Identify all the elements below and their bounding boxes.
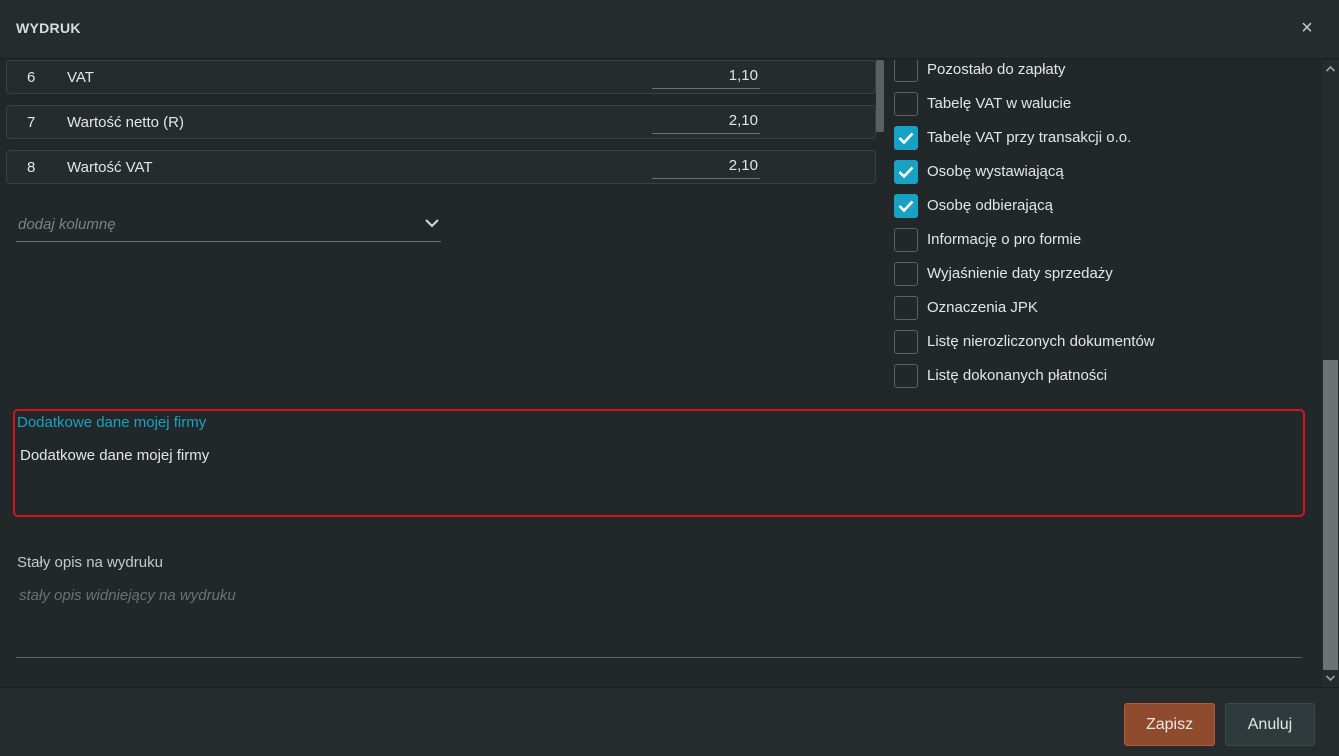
checkbox-box[interactable] bbox=[894, 126, 918, 150]
checkbox-label: Osobę wystawiającą bbox=[927, 163, 1064, 180]
columns-scrollbar[interactable] bbox=[876, 60, 884, 132]
column-row[interactable]: 8 Wartość VAT 2,10 bbox=[6, 150, 876, 184]
checkbox-label: Wyjaśnienie daty sprzedaży bbox=[927, 265, 1113, 282]
checkbox-box[interactable] bbox=[894, 296, 918, 320]
add-column-placeholder: dodaj kolumnę bbox=[18, 216, 116, 233]
column-width-input[interactable]: 2,10 bbox=[652, 157, 760, 179]
checkmark-icon bbox=[898, 132, 914, 145]
checkmark-icon bbox=[898, 166, 914, 179]
column-row[interactable]: 7 Wartość netto (R) 2,10 bbox=[6, 105, 876, 139]
checkbox-box[interactable] bbox=[894, 364, 918, 388]
add-column-select[interactable]: dodaj kolumnę bbox=[16, 208, 441, 242]
print-description-label: Stały opis na wydruku bbox=[17, 554, 163, 571]
scroll-up-icon[interactable] bbox=[1325, 64, 1336, 74]
dialog-header: WYDRUK × bbox=[0, 0, 1339, 59]
checkbox-vat-table-oo[interactable]: Tabelę VAT przy transakcji o.o. bbox=[894, 126, 1314, 152]
main-scrollbar[interactable] bbox=[1322, 60, 1339, 687]
column-number: 8 bbox=[27, 159, 36, 176]
checkbox-issuer[interactable]: Osobę wystawiającą bbox=[894, 160, 1314, 186]
column-row[interactable]: 6 VAT 1,10 bbox=[6, 60, 876, 94]
column-width-input[interactable]: 2,10 bbox=[652, 112, 760, 134]
chevron-down-icon bbox=[425, 219, 439, 228]
save-button[interactable]: Zapisz bbox=[1124, 703, 1215, 746]
checkbox-box[interactable] bbox=[894, 194, 918, 218]
column-width-input[interactable]: 1,10 bbox=[652, 67, 760, 89]
scroll-down-icon[interactable] bbox=[1325, 673, 1336, 683]
column-name: Wartość VAT bbox=[67, 159, 153, 176]
checkbox-unsettled-docs[interactable]: Listę nierozliczonych dokumentów bbox=[894, 330, 1314, 356]
checkbox-remaining-to-pay[interactable]: Pozostało do zapłaty bbox=[894, 60, 1314, 84]
checkbox-box[interactable] bbox=[894, 262, 918, 286]
checkbox-box[interactable] bbox=[894, 60, 918, 82]
dialog-title: WYDRUK bbox=[16, 20, 81, 36]
checkbox-recipient[interactable]: Osobę odbierającą bbox=[894, 194, 1314, 220]
checkbox-sale-date-explanation[interactable]: Wyjaśnienie daty sprzedaży bbox=[894, 262, 1314, 288]
print-description-field[interactable]: Stały opis na wydruku stały opis widniej… bbox=[16, 550, 1302, 658]
firm-data-field[interactable]: Dodatkowe dane mojej firmy Dodatkowe dan… bbox=[13, 409, 1305, 517]
checkbox-box[interactable] bbox=[894, 160, 918, 184]
close-icon[interactable]: × bbox=[1296, 17, 1318, 39]
dialog-footer: Zapisz Anuluj bbox=[0, 687, 1339, 756]
cancel-button[interactable]: Anuluj bbox=[1225, 703, 1315, 746]
checkbox-label: Oznaczenia JPK bbox=[927, 299, 1038, 316]
checkmark-icon bbox=[898, 200, 914, 213]
column-name: VAT bbox=[67, 69, 94, 86]
print-description-input[interactable]: stały opis widniejący na wydruku bbox=[19, 587, 236, 604]
checkbox-label: Osobę odbierającą bbox=[927, 197, 1053, 214]
column-number: 7 bbox=[27, 114, 36, 131]
checkbox-jpk-marks[interactable]: Oznaczenia JPK bbox=[894, 296, 1314, 322]
column-name: Wartość netto (R) bbox=[67, 114, 184, 131]
checkbox-label: Tabelę VAT w walucie bbox=[927, 95, 1072, 112]
checkbox-label: Informację o pro formie bbox=[927, 231, 1082, 248]
column-number: 6 bbox=[27, 69, 36, 86]
checkbox-vat-table-currency[interactable]: Tabelę VAT w walucie bbox=[894, 92, 1314, 118]
scrollbar-thumb[interactable] bbox=[1323, 360, 1338, 670]
checkbox-label: Pozostało do zapłaty bbox=[927, 61, 1066, 78]
firm-data-label: Dodatkowe dane mojej firmy bbox=[17, 414, 207, 431]
firm-data-input[interactable]: Dodatkowe dane mojej firmy bbox=[20, 447, 209, 464]
checkbox-box[interactable] bbox=[894, 92, 918, 116]
checkbox-box[interactable] bbox=[894, 228, 918, 252]
checkbox-box[interactable] bbox=[894, 330, 918, 354]
checkbox-label: Listę dokonanych płatności bbox=[927, 367, 1108, 384]
checkbox-label: Listę nierozliczonych dokumentów bbox=[927, 333, 1155, 350]
checkbox-label: Tabelę VAT przy transakcji o.o. bbox=[927, 129, 1132, 146]
checkbox-payments-list[interactable]: Listę dokonanych płatności bbox=[894, 364, 1314, 390]
checkbox-pro-forma-info[interactable]: Informację o pro formie bbox=[894, 228, 1314, 254]
dialog-content: 6 VAT 1,10 7 Wartość netto (R) 2,10 8 Wa… bbox=[0, 60, 1322, 687]
